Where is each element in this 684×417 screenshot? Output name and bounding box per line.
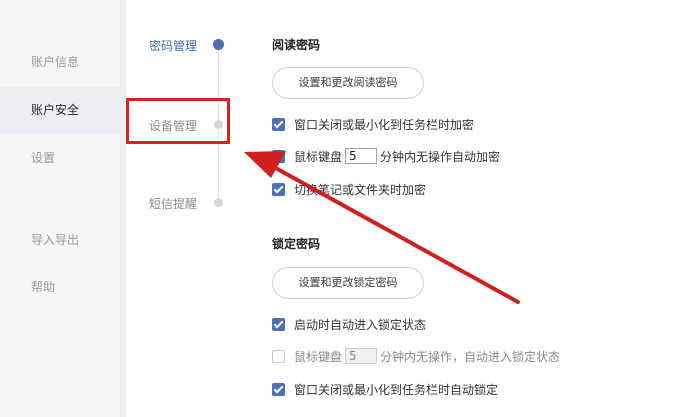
sidebar-divider — [120, 0, 126, 417]
lock-idle-minutes-input[interactable]: 5 — [345, 348, 378, 364]
lock-option-startup: 启动时自动进入锁定状态 — [272, 316, 426, 332]
sidebar-item-settings[interactable]: 设置 — [0, 135, 120, 181]
option-label: 窗口关闭或最小化到任务栏时自动锁定 — [294, 382, 499, 397]
set-read-password-button[interactable]: 设置和更改阅读密码 — [272, 67, 424, 99]
checkbox-checked[interactable] — [272, 182, 285, 196]
subnav-item-password-management[interactable]: 密码管理 — [149, 37, 197, 54]
option-label-prefix: 鼠标键盘 — [294, 149, 343, 164]
idle-minutes-input[interactable]: 5 — [345, 148, 378, 164]
option-label: 窗口关闭或最小化到任务栏时加密 — [294, 117, 475, 132]
checkbox-checked[interactable] — [272, 117, 285, 131]
lock-option-window-close: 窗口关闭或最小化到任务栏时自动锁定 — [272, 381, 498, 397]
option-label-suffix: 分钟内无操作，自动进入锁定状态 — [380, 349, 561, 364]
sidebar-item-account-info[interactable]: 账户信息 — [0, 39, 120, 85]
lock-option-idle: 鼠标键盘 5 分钟内无操作，自动进入锁定状态 — [272, 348, 560, 364]
sidebar-item-account-security[interactable]: 账户安全 — [0, 87, 120, 133]
set-lock-password-button[interactable]: 设置和更改锁定密码 — [272, 267, 424, 299]
sidebar-item-help[interactable]: 帮助 — [0, 264, 120, 310]
sidebar: 账户信息 账户安全 设置 导入导出 帮助 — [0, 0, 120, 417]
subnav-item-sms-reminder[interactable]: 短信提醒 — [149, 195, 197, 212]
read-password-title: 阅读密码 — [272, 38, 321, 52]
option-label: 启动时自动进入锁定状态 — [294, 317, 427, 332]
read-option-window-close: 窗口关闭或最小化到任务栏时加密 — [272, 116, 474, 132]
checkbox-checked[interactable] — [272, 149, 285, 163]
lock-password-title: 锁定密码 — [272, 237, 321, 251]
annotation-highlight-box — [126, 98, 230, 144]
checkbox-unchecked[interactable] — [272, 349, 285, 363]
subnav-dot-active — [213, 39, 224, 50]
sidebar-item-import-export[interactable]: 导入导出 — [0, 217, 120, 263]
subnav-dot — [214, 198, 223, 207]
option-label-suffix: 分钟内无操作自动加密 — [380, 149, 501, 164]
option-label-prefix: 鼠标键盘 — [294, 349, 343, 364]
read-option-idle: 鼠标键盘 5 分钟内无操作自动加密 — [272, 148, 500, 164]
option-label: 切换笔记或文件夹时加密 — [294, 182, 427, 197]
checkbox-checked[interactable] — [272, 317, 285, 331]
checkbox-checked[interactable] — [272, 382, 285, 396]
read-option-switch-note: 切换笔记或文件夹时加密 — [272, 181, 426, 197]
